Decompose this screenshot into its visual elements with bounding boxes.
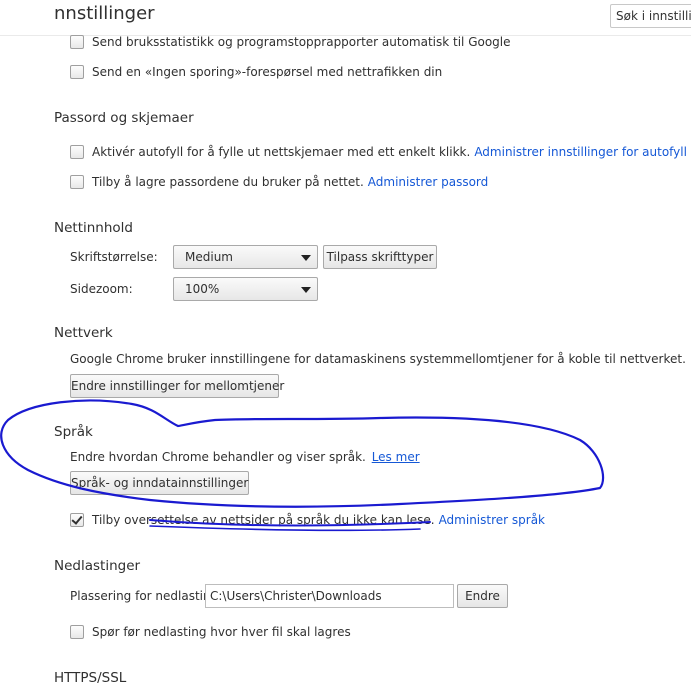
download-location-field[interactable]: C:\Users\Christer\Downloads [205, 584, 454, 608]
section-title-downloads: Nedlastinger [54, 558, 141, 574]
section-title-web-content: Nettinnhold [54, 220, 133, 236]
offer-translate-checkbox[interactable] [70, 513, 84, 527]
download-location-label: Plassering for nedlasting: [70, 589, 223, 603]
languages-description-row: Endre hvordan Chrome behandler og viser … [70, 450, 420, 464]
font-size-label: Skriftstørrelse: [70, 250, 158, 264]
page-zoom-value: 100% [185, 282, 220, 296]
font-size-select[interactable]: Medium [173, 245, 318, 269]
page-zoom-select[interactable]: 100% [173, 277, 318, 301]
language-input-settings-button[interactable]: Språk- og inndatainnstillinger [70, 471, 249, 495]
change-download-location-button[interactable]: Endre [457, 584, 508, 608]
section-title-https: HTTPS/SSL [54, 670, 127, 686]
network-description: Google Chrome bruker innstillingene for … [70, 352, 686, 366]
settings-search-input[interactable]: Søk i innstilling [610, 4, 691, 28]
ask-download-location-row[interactable]: Spør før nedlasting hvor hver fil skal l… [70, 625, 351, 639]
autofill-checkbox[interactable] [70, 145, 84, 159]
do-not-track-label: Send en «Ingen sporing»-forespørsel med … [92, 65, 443, 79]
section-title-passwords: Passord og skjemaer [54, 110, 194, 126]
manage-autofill-link[interactable]: Administrer innstillinger for autofyll [474, 145, 687, 159]
do-not-track-checkbox[interactable] [70, 65, 84, 79]
usage-stats-label: Send bruksstatistikk og programstopprapp… [92, 35, 511, 49]
save-passwords-label: Tilby å lagre passordene du bruker på ne… [92, 175, 364, 189]
font-size-value: Medium [185, 250, 233, 264]
autofill-row[interactable]: Aktivér autofyll for å fylle ut nettskje… [70, 145, 687, 159]
section-title-network: Nettverk [54, 325, 113, 341]
section-title-languages: Språk [54, 424, 93, 440]
page-zoom-label: Sidezoom: [70, 282, 133, 296]
dropdown-arrow-icon [301, 255, 311, 261]
do-not-track-row[interactable]: Send en «Ingen sporing»-forespørsel med … [70, 65, 442, 79]
offer-translate-label: Tilby oversettelse av nettsider på språk… [92, 513, 435, 527]
ask-download-location-checkbox[interactable] [70, 625, 84, 639]
save-passwords-row[interactable]: Tilby å lagre passordene du bruker på ne… [70, 175, 488, 189]
dropdown-arrow-icon [301, 287, 311, 293]
offer-translate-row[interactable]: Tilby oversettelse av nettsider på språk… [70, 513, 545, 527]
manage-passwords-link[interactable]: Administrer passord [368, 175, 489, 189]
save-passwords-checkbox[interactable] [70, 175, 84, 189]
customize-fonts-button[interactable]: Tilpass skrifttyper [323, 245, 437, 269]
languages-description: Endre hvordan Chrome behandler og viser … [70, 450, 366, 464]
usage-stats-checkbox[interactable] [70, 35, 84, 49]
ask-download-location-label: Spør før nedlasting hvor hver fil skal l… [92, 625, 351, 639]
usage-stats-row[interactable]: Send bruksstatistikk og programstopprapp… [70, 35, 511, 49]
page-title: nnstillinger [54, 3, 155, 24]
manage-languages-link[interactable]: Administrer språk [439, 513, 545, 527]
change-proxy-button[interactable]: Endre innstillinger for mellomtjener [70, 374, 284, 398]
learn-more-link[interactable]: Les mer [372, 450, 420, 464]
autofill-label: Aktivér autofyll for å fylle ut nettskje… [92, 145, 471, 159]
